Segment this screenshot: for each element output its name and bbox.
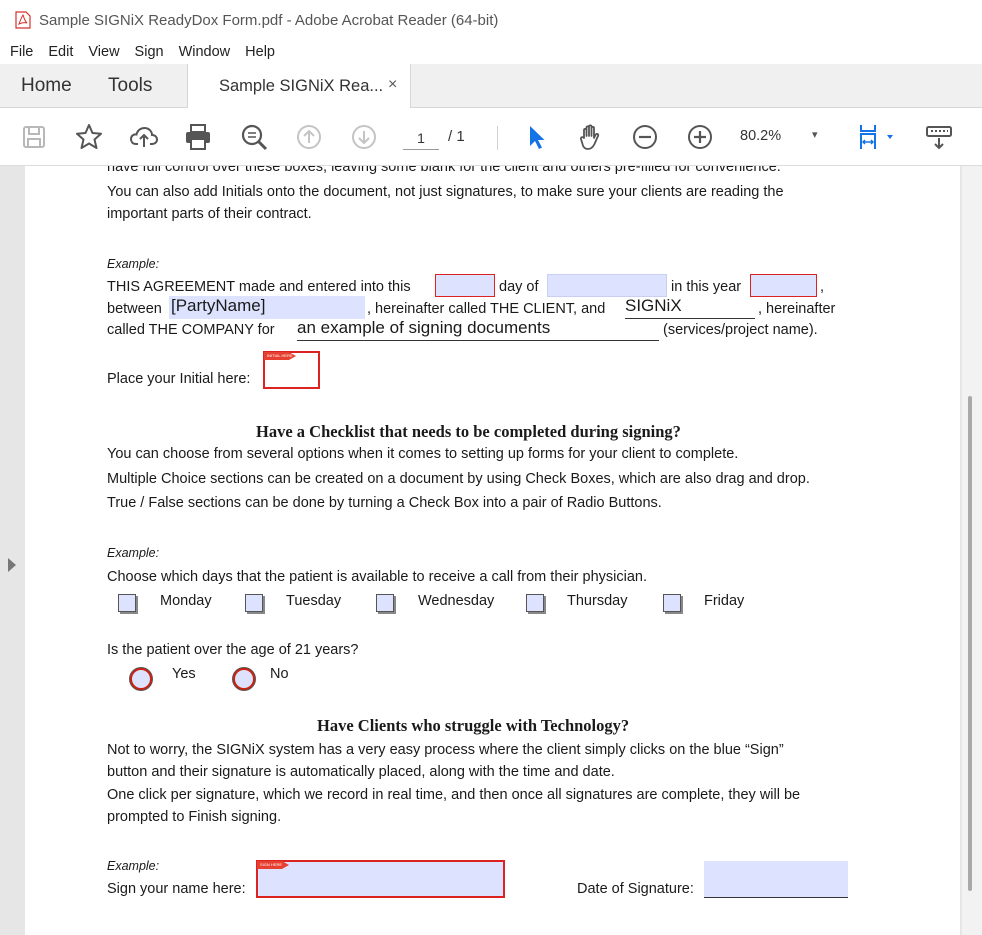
label-wednesday: Wednesday — [418, 593, 495, 609]
menu-help[interactable]: Help — [245, 44, 275, 60]
left-panel-rail — [0, 166, 25, 935]
zoom-level[interactable]: 80.2% — [740, 128, 781, 144]
services-field[interactable]: an example of signing documents — [297, 318, 659, 341]
expand-panel-arrow-icon[interactable] — [8, 558, 16, 572]
initial-signature-field[interactable]: INITIAL HERE — [263, 351, 320, 389]
checkbox-friday[interactable] — [663, 594, 681, 612]
toolbar-divider — [497, 126, 498, 150]
zoom-in-icon[interactable] — [683, 120, 717, 154]
toolbar: / 1 80.2% ▾ — [0, 108, 982, 166]
window-title: Sample SIGNiX ReadyDox Form.pdf - Adobe … — [39, 11, 499, 29]
label-tuesday: Tuesday — [286, 593, 342, 609]
date-label: Date of Signature: — [577, 881, 694, 897]
tab-bar: Home Tools Sample SIGNiX Rea... × — [0, 64, 982, 109]
hereinafter-text: , hereinafter — [758, 301, 836, 317]
label-yes: Yes — [172, 666, 196, 682]
page-total: / 1 — [448, 128, 465, 145]
agreement-text-d: , — [820, 279, 825, 295]
tech-line-1: Not to worry, the SIGNiX system has a ve… — [107, 742, 784, 758]
checkbox-monday[interactable] — [118, 594, 136, 612]
tech-heading: Have Clients who struggle with Technolog… — [317, 716, 630, 735]
tech-line-2: button and their signature is automatica… — [107, 764, 615, 780]
checklist-line-1: You can choose from several options when… — [107, 446, 739, 462]
tab-home[interactable]: Home — [21, 75, 72, 97]
keyboard-more-icon[interactable] — [922, 120, 956, 154]
zoom-search-icon[interactable] — [237, 120, 271, 154]
agreement-text-b: day of — [499, 279, 539, 295]
menu-window[interactable]: Window — [179, 44, 231, 60]
example-label-3: Example: — [107, 859, 160, 873]
close-tab-icon[interactable]: × — [388, 76, 397, 94]
zoom-dropdown-icon[interactable]: ▾ — [812, 128, 818, 141]
agreement-text-c: in this year — [671, 279, 742, 295]
pdf-page: have full control over these boxes, leav… — [25, 166, 960, 935]
menu-bar: File Edit View Sign Window Help — [0, 40, 982, 64]
document-viewport[interactable]: have full control over these boxes, leav… — [0, 166, 982, 935]
sign-label: Sign your name here: — [107, 881, 246, 897]
zoom-out-icon[interactable] — [628, 120, 662, 154]
label-friday: Friday — [704, 593, 745, 609]
intro-line-1: have full control over these boxes, leav… — [107, 166, 781, 175]
previous-page-icon[interactable] — [292, 120, 326, 154]
age-question: Is the patient over the age of 21 years? — [107, 642, 359, 658]
acrobat-pdf-icon — [15, 11, 31, 29]
vertical-scrollbar[interactable] — [962, 166, 982, 935]
label-monday: Monday — [160, 593, 212, 609]
initial-tag-icon: INITIAL HERE — [264, 352, 296, 360]
upload-cloud-icon[interactable] — [127, 120, 161, 154]
bookmark-star-icon[interactable] — [72, 120, 106, 154]
checklist-heading: Have a Checklist that needs to be comple… — [256, 422, 681, 441]
tab-tools[interactable]: Tools — [108, 75, 152, 97]
checkbox-tuesday[interactable] — [245, 594, 263, 612]
days-question: Choose which days that the patient is av… — [107, 569, 648, 585]
month-field[interactable] — [547, 274, 667, 297]
tech-line-4: prompted to Finish signing. — [107, 809, 282, 825]
radio-no[interactable] — [233, 668, 255, 690]
checkbox-wednesday[interactable] — [376, 594, 394, 612]
label-thursday: Thursday — [567, 593, 628, 609]
initial-label: Place your Initial here: — [107, 371, 251, 387]
intro-line-3: important parts of their contract. — [107, 206, 312, 222]
hereinafter-client-text: , hereinafter called THE CLIENT, and — [367, 301, 606, 317]
between-label: between — [107, 301, 162, 317]
next-page-icon[interactable] — [347, 120, 381, 154]
hand-tool-icon[interactable] — [574, 120, 608, 154]
tech-line-3: One click per signature, which we record… — [107, 787, 801, 803]
menu-edit[interactable]: Edit — [48, 44, 73, 60]
menu-sign[interactable]: Sign — [135, 44, 164, 60]
checklist-line-3: True / False sections can be done by tur… — [107, 495, 662, 511]
checkbox-thursday[interactable] — [526, 594, 544, 612]
example-label-2: Example: — [107, 546, 160, 560]
scrollbar-thumb[interactable] — [968, 396, 972, 891]
select-cursor-icon[interactable] — [519, 120, 553, 154]
radio-yes[interactable] — [130, 668, 152, 690]
called-company-text: called THE COMPANY for — [107, 322, 275, 338]
menu-file[interactable]: File — [10, 44, 33, 60]
company-name-field[interactable]: SIGNiX — [625, 296, 755, 319]
print-icon[interactable] — [181, 120, 215, 154]
checklist-line-2: Multiple Choice sections can be created … — [107, 471, 810, 487]
agreement-text-a: THIS AGREEMENT made and entered into thi… — [107, 279, 411, 295]
tab-document[interactable]: Sample SIGNiX Rea... × — [187, 64, 411, 109]
intro-line-2: You can also add Initials onto the docum… — [107, 184, 784, 200]
example-label-1: Example: — [107, 257, 160, 271]
tab-document-label: Sample SIGNiX Rea... — [219, 77, 384, 95]
fit-page-icon[interactable] — [853, 120, 901, 154]
date-signed-field[interactable] — [704, 861, 848, 898]
sign-tag-icon: SIGN HERE — [257, 861, 289, 869]
signature-field[interactable]: SIGN HERE — [256, 860, 505, 898]
party-name-field[interactable]: [PartyName] — [169, 296, 365, 319]
save-icon[interactable] — [17, 120, 51, 154]
services-label: (services/project name). — [663, 322, 818, 338]
day-field[interactable] — [435, 274, 495, 297]
page-number-input[interactable] — [403, 126, 439, 150]
year-field[interactable] — [750, 274, 817, 297]
title-bar: Sample SIGNiX ReadyDox Form.pdf - Adobe … — [0, 0, 982, 40]
label-no: No — [270, 666, 289, 682]
menu-view[interactable]: View — [88, 44, 119, 60]
